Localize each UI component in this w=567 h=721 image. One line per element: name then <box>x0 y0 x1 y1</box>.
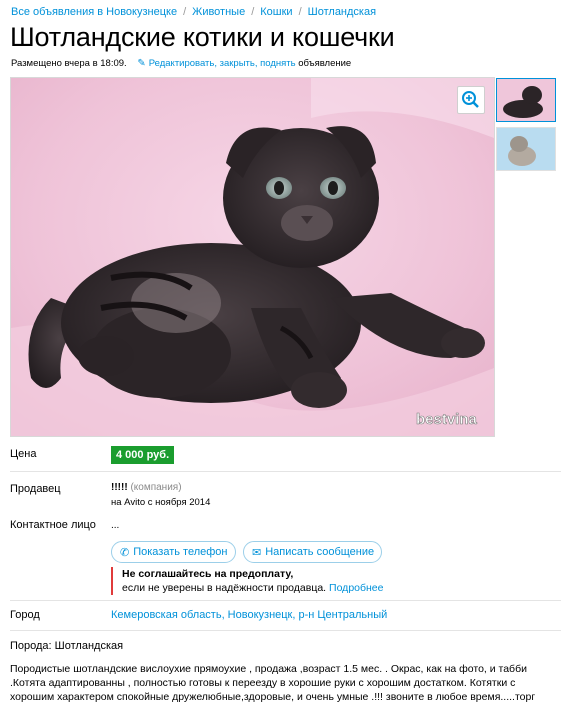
city-label: Город <box>10 609 40 621</box>
breadcrumb-separator: / <box>183 6 187 18</box>
zoom-in-icon <box>462 91 479 108</box>
breed-line: Порода: Шотландская <box>10 640 124 652</box>
main-photo[interactable]: bestvina <box>10 77 495 437</box>
description-line: Породистые шотландские вислоухие прямоух… <box>10 663 527 675</box>
kitten-photo: bestvina <box>11 78 494 436</box>
description: Породистые шотландские вислоухие прямоух… <box>10 662 561 704</box>
seller-label: Продавец <box>10 483 61 495</box>
edit-listing-link[interactable]: Редактировать, закрыть, поднять <box>149 58 296 69</box>
zoom-button[interactable] <box>457 86 485 114</box>
photo-thumbnail-2[interactable] <box>496 127 556 171</box>
breadcrumb-scottish[interactable]: Шотландская <box>308 6 376 18</box>
seller-name-link[interactable]: !!!!! <box>111 482 128 493</box>
breadcrumb-cats[interactable]: Кошки <box>260 6 292 18</box>
warning-more-link[interactable]: Подробнее <box>329 582 383 594</box>
divider <box>10 630 561 631</box>
breadcrumb-all-ads[interactable]: Все объявления в Новокузнецке <box>11 6 177 18</box>
description-line: хорошим характером спокойные дружелюбные… <box>10 691 536 703</box>
divider <box>10 471 561 472</box>
breadcrumb-separator: / <box>298 6 302 18</box>
thumbnail-kitten-tabby <box>497 128 555 170</box>
breadcrumb-separator: / <box>251 6 255 18</box>
contact-name: ... <box>111 520 120 531</box>
price-badge: 4 000 руб. <box>111 446 175 464</box>
thumbnail-kitten-dark <box>497 79 555 121</box>
write-message-label: Написать сообщение <box>265 546 375 558</box>
breadcrumb-animals[interactable]: Животные <box>192 6 245 18</box>
photo-thumbnail-1[interactable] <box>496 78 556 122</box>
description-line: .Котята адаптированны , полностью готовы… <box>10 677 516 689</box>
envelope-icon: ✉ <box>252 546 262 559</box>
write-message-button[interactable]: ✉ Написать сообщение <box>243 541 382 563</box>
seller-since: на Avito с ноября 2014 <box>111 497 211 508</box>
edit-suffix: объявление <box>298 58 352 69</box>
price-label: Цена <box>10 448 37 460</box>
phone-icon: ✆ <box>120 546 130 559</box>
posted-time: Размещено вчера в 18:09. <box>11 58 127 69</box>
breadcrumb: Все объявления в Новокузнецке / Животные / К… <box>11 6 376 18</box>
photo-watermark: bestvina <box>416 411 478 428</box>
prepayment-warning: Не соглашайтесь на предоплату, если не у… <box>111 567 384 595</box>
divider <box>10 600 561 601</box>
page-title: Шотландские котики и кошечки <box>10 22 395 52</box>
contact-label: Контактное лицо <box>10 519 96 531</box>
city-link[interactable]: Кемеровская область, Новокузнецк, р-н Це… <box>111 609 387 621</box>
warning-heading: Не соглашайтесь на предоплату, <box>122 568 294 580</box>
warning-text: если не уверены в надёжности продавца. <box>122 582 327 594</box>
show-phone-label: Показать телефон <box>133 546 228 558</box>
seller-name: !!!!! (компания) <box>111 482 182 493</box>
post-meta: Размещено вчера в 18:09. ✎ Редактировать,… <box>11 58 351 69</box>
show-phone-button[interactable]: ✆ Показать телефон <box>111 541 236 563</box>
pencil-icon: ✎ <box>137 58 146 69</box>
seller-type: (компания) <box>130 482 182 493</box>
